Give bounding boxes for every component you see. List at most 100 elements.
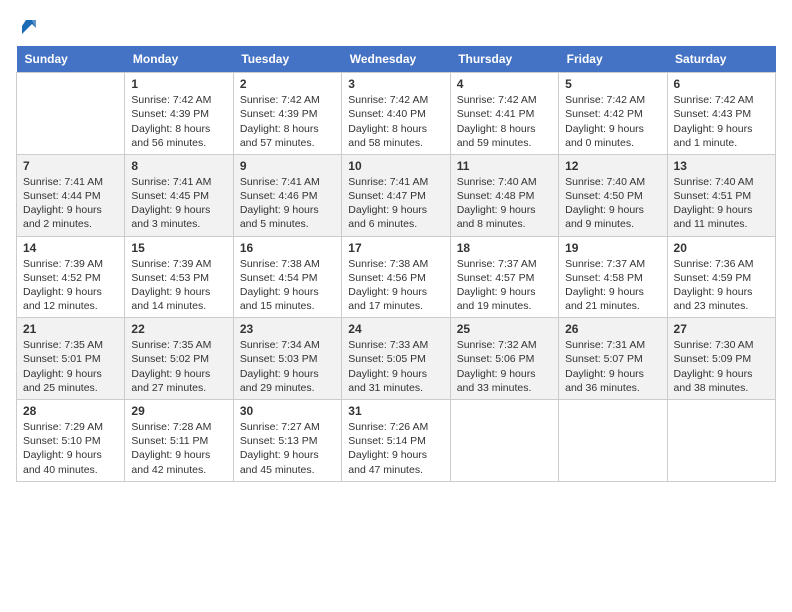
day-number: 26: [565, 322, 660, 336]
calendar-cell: 4 Sunrise: 7:42 AM Sunset: 4:41 PM Daylig…: [450, 73, 558, 155]
day-number: 19: [565, 241, 660, 255]
day-info: Sunrise: 7:27 AM Sunset: 5:13 PM Dayligh…: [240, 420, 335, 477]
day-number: 15: [131, 241, 226, 255]
day-number: 12: [565, 159, 660, 173]
day-info: Sunrise: 7:38 AM Sunset: 4:54 PM Dayligh…: [240, 257, 335, 314]
day-info: Sunrise: 7:41 AM Sunset: 4:46 PM Dayligh…: [240, 175, 335, 232]
day-number: 21: [23, 322, 118, 336]
day-number: 18: [457, 241, 552, 255]
day-info: Sunrise: 7:28 AM Sunset: 5:11 PM Dayligh…: [131, 420, 226, 477]
day-info: Sunrise: 7:33 AM Sunset: 5:05 PM Dayligh…: [348, 338, 443, 395]
day-number: 10: [348, 159, 443, 173]
calendar-cell: 19 Sunrise: 7:37 AM Sunset: 4:58 PM Dayli…: [559, 236, 667, 318]
day-info: Sunrise: 7:41 AM Sunset: 4:44 PM Dayligh…: [23, 175, 118, 232]
day-number: 8: [131, 159, 226, 173]
calendar-week-row: 28 Sunrise: 7:29 AM Sunset: 5:10 PM Dayli…: [17, 400, 776, 482]
day-number: 20: [674, 241, 769, 255]
calendar-cell: 11 Sunrise: 7:40 AM Sunset: 4:48 PM Dayli…: [450, 154, 558, 236]
day-number: 2: [240, 77, 335, 91]
day-of-week-header: Saturday: [667, 46, 775, 73]
calendar-cell: 6 Sunrise: 7:42 AM Sunset: 4:43 PM Daylig…: [667, 73, 775, 155]
day-number: 1: [131, 77, 226, 91]
day-info: Sunrise: 7:37 AM Sunset: 4:58 PM Dayligh…: [565, 257, 660, 314]
calendar-header-row: SundayMondayTuesdayWednesdayThursdayFrid…: [17, 46, 776, 73]
day-info: Sunrise: 7:40 AM Sunset: 4:50 PM Dayligh…: [565, 175, 660, 232]
calendar-cell: 16 Sunrise: 7:38 AM Sunset: 4:54 PM Dayli…: [233, 236, 341, 318]
logo-icon: [18, 16, 40, 38]
day-info: Sunrise: 7:42 AM Sunset: 4:40 PM Dayligh…: [348, 93, 443, 150]
calendar-cell: 17 Sunrise: 7:38 AM Sunset: 4:56 PM Dayli…: [342, 236, 450, 318]
day-info: Sunrise: 7:41 AM Sunset: 4:45 PM Dayligh…: [131, 175, 226, 232]
day-number: 22: [131, 322, 226, 336]
day-number: 6: [674, 77, 769, 91]
day-number: 14: [23, 241, 118, 255]
day-info: Sunrise: 7:39 AM Sunset: 4:53 PM Dayligh…: [131, 257, 226, 314]
day-info: Sunrise: 7:34 AM Sunset: 5:03 PM Dayligh…: [240, 338, 335, 395]
calendar-week-row: 7 Sunrise: 7:41 AM Sunset: 4:44 PM Daylig…: [17, 154, 776, 236]
day-info: Sunrise: 7:30 AM Sunset: 5:09 PM Dayligh…: [674, 338, 769, 395]
day-number: 17: [348, 241, 443, 255]
calendar-cell: 21 Sunrise: 7:35 AM Sunset: 5:01 PM Dayli…: [17, 318, 125, 400]
calendar-cell: 12 Sunrise: 7:40 AM Sunset: 4:50 PM Dayli…: [559, 154, 667, 236]
day-info: Sunrise: 7:42 AM Sunset: 4:41 PM Dayligh…: [457, 93, 552, 150]
day-info: Sunrise: 7:31 AM Sunset: 5:07 PM Dayligh…: [565, 338, 660, 395]
calendar-cell: 15 Sunrise: 7:39 AM Sunset: 4:53 PM Dayli…: [125, 236, 233, 318]
calendar-cell: [667, 400, 775, 482]
calendar-cell: 2 Sunrise: 7:42 AM Sunset: 4:39 PM Daylig…: [233, 73, 341, 155]
day-number: 13: [674, 159, 769, 173]
calendar-cell: [559, 400, 667, 482]
calendar-cell: 10Sunrise: 7:41 AM Sunset: 4:47 PM Dayli…: [342, 154, 450, 236]
day-info: Sunrise: 7:42 AM Sunset: 4:42 PM Dayligh…: [565, 93, 660, 150]
calendar-cell: 1Sunrise: 7:42 AM Sunset: 4:39 PM Daylig…: [125, 73, 233, 155]
calendar-cell: 31 Sunrise: 7:26 AM Sunset: 5:14 PM Dayli…: [342, 400, 450, 482]
day-number: 29: [131, 404, 226, 418]
day-number: 30: [240, 404, 335, 418]
logo: [16, 16, 42, 38]
day-info: Sunrise: 7:40 AM Sunset: 4:51 PM Dayligh…: [674, 175, 769, 232]
calendar-cell: 20 Sunrise: 7:36 AM Sunset: 4:59 PM Dayli…: [667, 236, 775, 318]
day-number: 4: [457, 77, 552, 91]
day-info: Sunrise: 7:26 AM Sunset: 5:14 PM Dayligh…: [348, 420, 443, 477]
day-info: Sunrise: 7:42 AM Sunset: 4:43 PM Dayligh…: [674, 93, 769, 150]
day-info: Sunrise: 7:29 AM Sunset: 5:10 PM Dayligh…: [23, 420, 118, 477]
day-info: Sunrise: 7:38 AM Sunset: 4:56 PM Dayligh…: [348, 257, 443, 314]
day-number: 28: [23, 404, 118, 418]
day-number: 23: [240, 322, 335, 336]
day-info: Sunrise: 7:35 AM Sunset: 5:01 PM Dayligh…: [23, 338, 118, 395]
day-number: 7: [23, 159, 118, 173]
day-number: 11: [457, 159, 552, 173]
calendar-cell: 28 Sunrise: 7:29 AM Sunset: 5:10 PM Dayli…: [17, 400, 125, 482]
calendar-cell: 25 Sunrise: 7:32 AM Sunset: 5:06 PM Dayli…: [450, 318, 558, 400]
day-info: Sunrise: 7:35 AM Sunset: 5:02 PM Dayligh…: [131, 338, 226, 395]
calendar-cell: 14Sunrise: 7:39 AM Sunset: 4:52 PM Dayli…: [17, 236, 125, 318]
calendar-week-row: 14Sunrise: 7:39 AM Sunset: 4:52 PM Dayli…: [17, 236, 776, 318]
calendar-cell: 27Sunrise: 7:30 AM Sunset: 5:09 PM Dayli…: [667, 318, 775, 400]
calendar-cell: 24 Sunrise: 7:33 AM Sunset: 5:05 PM Dayli…: [342, 318, 450, 400]
page-header: [16, 16, 776, 38]
day-info: Sunrise: 7:40 AM Sunset: 4:48 PM Dayligh…: [457, 175, 552, 232]
day-number: 31: [348, 404, 443, 418]
calendar-cell: 18Sunrise: 7:37 AM Sunset: 4:57 PM Dayli…: [450, 236, 558, 318]
calendar-table: SundayMondayTuesdayWednesdayThursdayFrid…: [16, 46, 776, 481]
day-of-week-header: Tuesday: [233, 46, 341, 73]
calendar-cell: 29 Sunrise: 7:28 AM Sunset: 5:11 PM Dayli…: [125, 400, 233, 482]
day-info: Sunrise: 7:36 AM Sunset: 4:59 PM Dayligh…: [674, 257, 769, 314]
day-info: Sunrise: 7:32 AM Sunset: 5:06 PM Dayligh…: [457, 338, 552, 395]
day-info: Sunrise: 7:42 AM Sunset: 4:39 PM Dayligh…: [240, 93, 335, 150]
day-number: 9: [240, 159, 335, 173]
calendar-cell: 3 Sunrise: 7:42 AM Sunset: 4:40 PM Daylig…: [342, 73, 450, 155]
calendar-cell: 5Sunrise: 7:42 AM Sunset: 4:42 PM Daylig…: [559, 73, 667, 155]
calendar-cell: 23 Sunrise: 7:34 AM Sunset: 5:03 PM Dayli…: [233, 318, 341, 400]
day-number: 25: [457, 322, 552, 336]
calendar-cell: 22 Sunrise: 7:35 AM Sunset: 5:02 PM Dayli…: [125, 318, 233, 400]
day-number: 16: [240, 241, 335, 255]
day-number: 3: [348, 77, 443, 91]
day-of-week-header: Friday: [559, 46, 667, 73]
calendar-cell: 26 Sunrise: 7:31 AM Sunset: 5:07 PM Dayli…: [559, 318, 667, 400]
day-of-week-header: Sunday: [17, 46, 125, 73]
calendar-cell: 30 Sunrise: 7:27 AM Sunset: 5:13 PM Dayli…: [233, 400, 341, 482]
calendar-cell: 13 Sunrise: 7:40 AM Sunset: 4:51 PM Dayli…: [667, 154, 775, 236]
day-number: 24: [348, 322, 443, 336]
calendar-cell: 7 Sunrise: 7:41 AM Sunset: 4:44 PM Daylig…: [17, 154, 125, 236]
calendar-cell: 9 Sunrise: 7:41 AM Sunset: 4:46 PM Daylig…: [233, 154, 341, 236]
